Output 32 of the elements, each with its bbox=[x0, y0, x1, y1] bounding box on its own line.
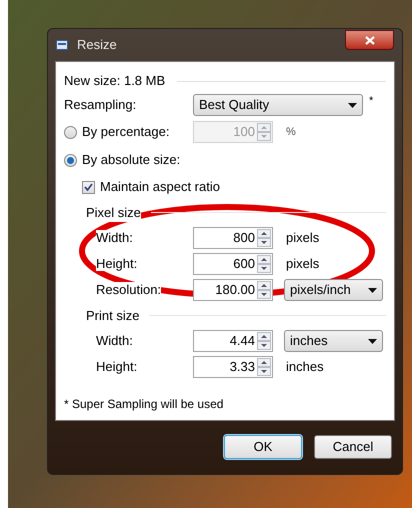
caret-icon bbox=[348, 102, 357, 108]
check-icon bbox=[84, 183, 93, 191]
radio-button[interactable] bbox=[64, 126, 77, 138]
field-label: Resolution: bbox=[96, 282, 162, 297]
radio-button[interactable] bbox=[64, 154, 77, 166]
unit-label: pixels bbox=[286, 256, 320, 271]
field-label: Height: bbox=[96, 256, 138, 271]
dialog-button[interactable]: Cancel bbox=[314, 435, 392, 459]
field-label: Width: bbox=[96, 333, 133, 348]
checkbox[interactable] bbox=[82, 180, 95, 194]
field-label: Width: bbox=[96, 230, 133, 245]
dialog-button[interactable]: OK bbox=[224, 435, 302, 459]
note-mark: * bbox=[369, 94, 374, 109]
unit-label: pixels bbox=[286, 230, 320, 245]
close-icon bbox=[364, 36, 374, 44]
checkbox-label: Maintain aspect ratio bbox=[100, 178, 220, 196]
radio-label[interactable]: By absolute size: bbox=[82, 150, 180, 170]
caret-icon bbox=[368, 338, 377, 344]
footnote: * Super Sampling will be used bbox=[64, 396, 224, 413]
window-title: Resize bbox=[77, 36, 117, 54]
radio-label[interactable]: By percentage: bbox=[82, 122, 170, 142]
window-icon bbox=[56, 40, 68, 50]
unit-label: % bbox=[286, 124, 296, 140]
field-label: Height: bbox=[96, 359, 138, 374]
dropdown[interactable]: Best Quality bbox=[193, 94, 363, 116]
new-size-label: New size: 1.8 MB bbox=[64, 72, 166, 90]
unit-label: inches bbox=[286, 359, 324, 374]
field-label: Resampling: bbox=[64, 96, 138, 114]
caret-icon bbox=[368, 288, 377, 292]
dropdown[interactable]: pixels/inch bbox=[284, 279, 383, 301]
close-button[interactable] bbox=[345, 30, 394, 50]
dropdown[interactable]: inches bbox=[284, 330, 383, 352]
